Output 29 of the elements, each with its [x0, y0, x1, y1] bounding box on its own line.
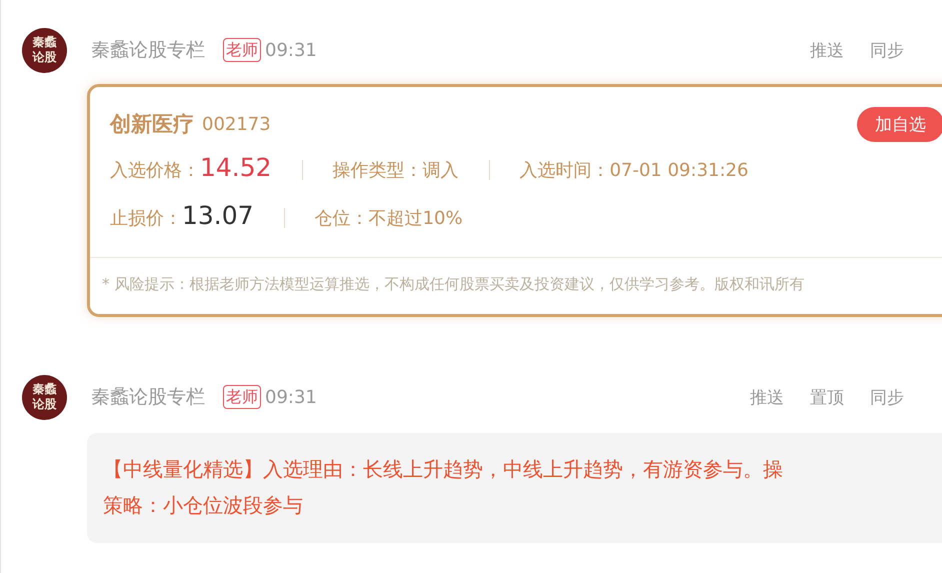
field-label: 止损价： — [110, 207, 182, 230]
field-label: 操作类型： — [332, 159, 423, 182]
action-link[interactable]: 置顶 — [810, 386, 844, 408]
action-link[interactable]: 推送 — [750, 386, 784, 408]
author-name: 秦蠡论股专栏 — [91, 38, 205, 63]
field-label: 仓位： — [314, 207, 369, 230]
post-time: 09:31 — [265, 386, 317, 408]
teacher-badge: 老师 — [223, 38, 261, 62]
field-value: 调入 — [422, 159, 459, 182]
add-watchlist-button[interactable]: 加自选 — [857, 106, 942, 142]
field-label: 入选价格： — [110, 159, 200, 182]
field-value: 13.07 — [182, 201, 254, 230]
action-link[interactable]: 推送 — [810, 38, 844, 62]
field-value: 07-01 09:31:26 — [610, 160, 748, 181]
post-time: 09:31 — [265, 40, 317, 60]
author-name: 秦蠡论股专栏 — [91, 385, 205, 410]
field-label: 入选时间： — [520, 159, 610, 182]
stock-name: 创新医疗 — [110, 111, 194, 138]
teacher-badge: 老师 — [223, 385, 261, 409]
field-value: 14.52 — [200, 153, 272, 182]
message-text: 策略：小仓位波段参与 — [103, 492, 304, 519]
field-value: 不超过10% — [368, 207, 463, 230]
action-link[interactable]: 同步 — [870, 38, 904, 62]
message-text: 【中线量化精选】入选理由：长线上升趋势，中线上升趋势，有游资参与。操 — [103, 456, 784, 483]
risk-disclaimer: * 风险提示：根据老师方法模型运算推选，不构成任何股票买卖及投资建议，仅供学习参考。版权和讯所有 — [101, 274, 806, 295]
avatar-logo: 秦蠡 论股 — [22, 374, 67, 420]
stock-code: 002173 — [202, 114, 271, 134]
avatar-logo: 秦蠡 论股 — [22, 28, 67, 72]
action-link[interactable]: 同步 — [870, 386, 904, 408]
